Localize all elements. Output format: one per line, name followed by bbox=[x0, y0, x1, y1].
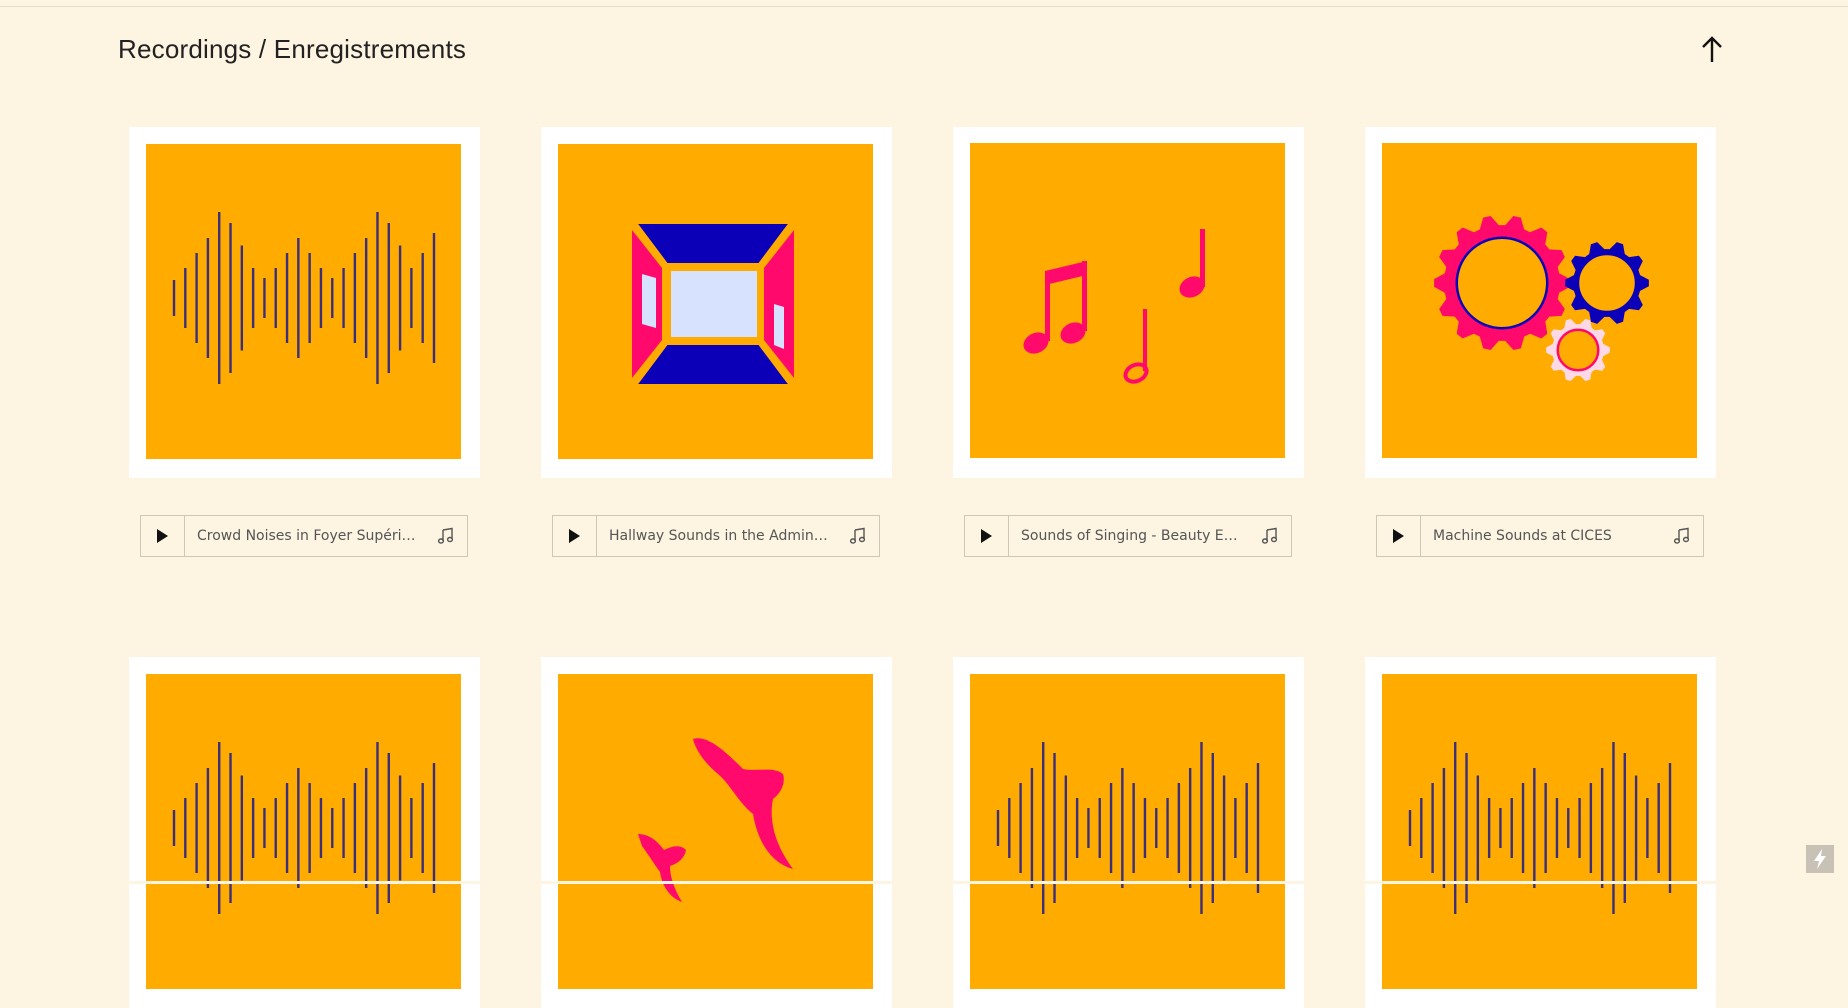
track-title: Crowd Noises in Foyer Supérieur bbox=[197, 528, 417, 544]
track-info-button[interactable] bbox=[1673, 527, 1691, 545]
play-icon bbox=[569, 529, 580, 543]
waveform-artwork bbox=[1382, 674, 1697, 989]
play-button[interactable] bbox=[1377, 516, 1421, 556]
track-info-button[interactable] bbox=[1261, 527, 1279, 545]
waveform-artwork bbox=[146, 674, 461, 989]
gear bbox=[1434, 215, 1570, 351]
play-icon bbox=[981, 529, 992, 543]
track-info-button[interactable] bbox=[849, 527, 867, 545]
gears-icon bbox=[1434, 215, 1649, 382]
scroll-to-top-button[interactable] bbox=[1698, 34, 1726, 66]
page-title: Recordings / Enregistrements bbox=[118, 34, 467, 64]
recording-card[interactable] bbox=[129, 127, 480, 478]
recording-card[interactable] bbox=[541, 657, 892, 1008]
audio-player: Crowd Noises in Foyer Supérieur bbox=[140, 515, 468, 557]
recording-card[interactable] bbox=[953, 127, 1304, 478]
play-icon bbox=[157, 529, 168, 543]
track-title: Sounds of Singing - Beauty Eve... bbox=[1021, 528, 1241, 544]
track-info-button[interactable] bbox=[437, 527, 455, 545]
track-title: Hallway Sounds in the Administ... bbox=[609, 528, 829, 544]
music-notes-icon bbox=[1023, 229, 1205, 384]
track-title: Machine Sounds at CICES bbox=[1433, 528, 1612, 544]
play-button[interactable] bbox=[553, 516, 597, 556]
waveform-icon bbox=[1408, 742, 1672, 914]
birds-icon bbox=[638, 738, 793, 902]
waveform-icon bbox=[172, 742, 436, 914]
music-note-icon bbox=[437, 527, 454, 544]
waveform-artwork bbox=[970, 674, 1285, 989]
gears-artwork bbox=[1382, 143, 1697, 458]
waveform-artwork bbox=[146, 144, 461, 459]
music-note-icon bbox=[1261, 527, 1278, 544]
recording-card[interactable] bbox=[129, 657, 480, 1008]
top-divider bbox=[0, 6, 1848, 7]
hallway-artwork bbox=[558, 144, 873, 459]
audio-player: Machine Sounds at CICES bbox=[1376, 515, 1704, 557]
recording-card[interactable] bbox=[541, 127, 892, 478]
audio-player: Hallway Sounds in the Administ... bbox=[552, 515, 880, 557]
music-notes-artwork bbox=[970, 143, 1285, 458]
play-button[interactable] bbox=[965, 516, 1009, 556]
play-button[interactable] bbox=[141, 516, 185, 556]
lightning-icon bbox=[1814, 849, 1826, 869]
waveform-icon bbox=[996, 742, 1260, 914]
recording-card[interactable] bbox=[953, 657, 1304, 1008]
gear bbox=[1565, 242, 1649, 324]
recording-card[interactable] bbox=[1365, 657, 1716, 1008]
gear bbox=[1546, 318, 1610, 382]
audio-player: Sounds of Singing - Beauty Eve... bbox=[964, 515, 1292, 557]
music-note-icon bbox=[1673, 527, 1690, 544]
birds-artwork bbox=[558, 674, 873, 989]
music-note-icon bbox=[849, 527, 866, 544]
recording-card[interactable] bbox=[1365, 127, 1716, 478]
waveform-icon bbox=[172, 212, 436, 384]
hallway-room-icon bbox=[630, 222, 794, 386]
arrow-up-icon bbox=[1702, 36, 1722, 62]
lightning-badge[interactable] bbox=[1806, 845, 1834, 873]
play-icon bbox=[1393, 529, 1404, 543]
